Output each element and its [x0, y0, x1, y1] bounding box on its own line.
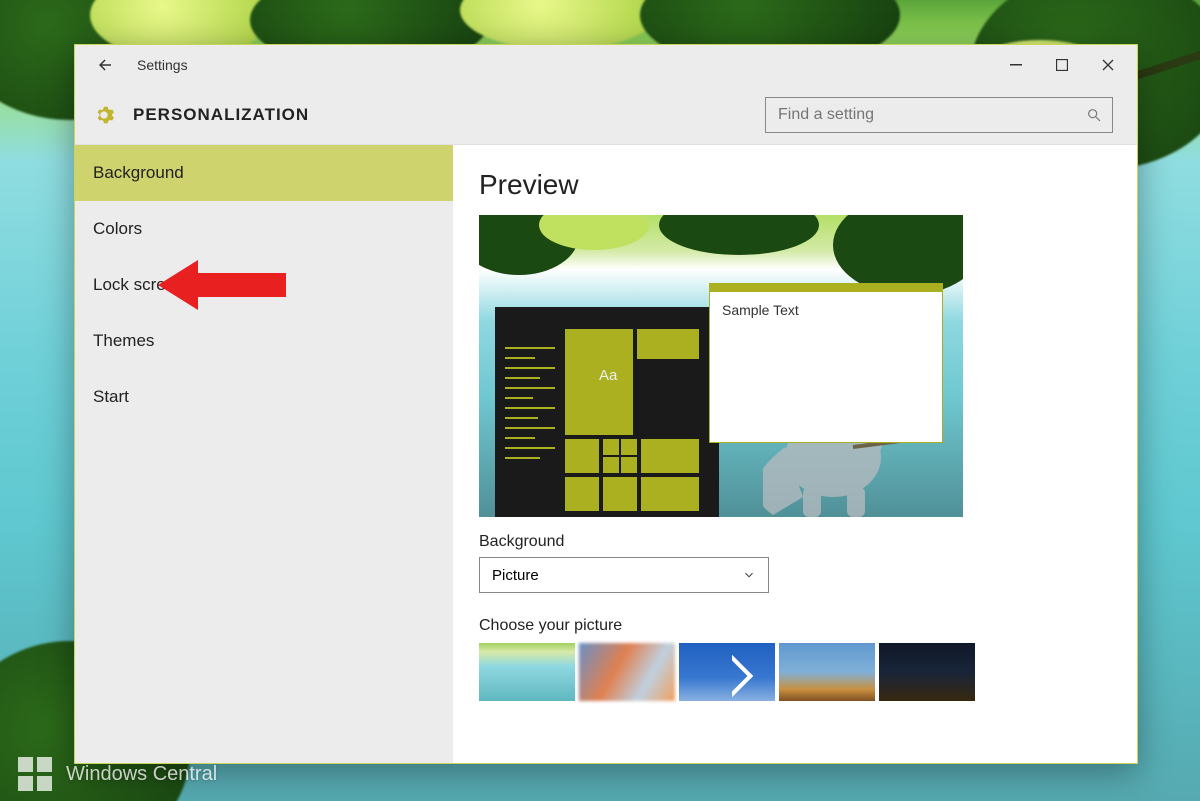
maximize-icon [1056, 59, 1068, 71]
sidebar-item-label: Start [93, 387, 129, 407]
sidebar-item-themes[interactable]: Themes [75, 313, 453, 369]
chevron-down-icon [742, 568, 756, 582]
search-icon [1086, 107, 1102, 123]
close-icon [1102, 59, 1114, 71]
page-title: PERSONALIZATION [133, 105, 309, 125]
preview-pane: Aa Sample Text [479, 215, 963, 517]
arrow-left-icon [96, 56, 114, 74]
back-button[interactable] [89, 49, 121, 81]
sidebar-item-background[interactable]: Background [75, 145, 453, 201]
picture-thumbnail[interactable] [879, 643, 975, 701]
picture-thumbnail[interactable] [779, 643, 875, 701]
picture-thumbnail[interactable] [679, 643, 775, 701]
windows-logo-icon [18, 757, 52, 791]
minimize-button[interactable] [993, 49, 1039, 81]
watermark-text: Windows Central [66, 763, 217, 786]
background-dropdown-value: Picture [492, 567, 539, 584]
sidebar-item-lock-screen[interactable]: Lock screen [75, 257, 453, 313]
preview-start-menu-list [505, 347, 555, 467]
preview-decoration [659, 215, 819, 255]
sidebar-item-label: Lock screen [93, 275, 185, 295]
window-titlebar: Settings [75, 45, 1137, 85]
sidebar: Background Colors Lock screen Themes Sta… [75, 145, 453, 763]
settings-header: PERSONALIZATION [75, 85, 1137, 145]
search-input[interactable] [776, 105, 1086, 125]
gear-icon [93, 104, 115, 126]
search-box[interactable] [765, 97, 1113, 133]
preview-heading: Preview [479, 169, 1111, 201]
maximize-button[interactable] [1039, 49, 1085, 81]
settings-window: Settings PERSONALIZATION Background Colo… [74, 44, 1138, 764]
background-dropdown[interactable]: Picture [479, 557, 769, 593]
background-label: Background [479, 533, 1111, 551]
sidebar-item-start[interactable]: Start [75, 369, 453, 425]
choose-picture-label: Choose your picture [479, 617, 1111, 635]
preview-tile-glyph: Aa [599, 367, 617, 384]
watermark: Windows Central [18, 757, 217, 791]
picture-thumbnail[interactable] [479, 643, 575, 701]
picture-thumbnail[interactable] [579, 643, 675, 701]
sidebar-item-label: Colors [93, 219, 142, 239]
content-area: Preview [453, 145, 1137, 763]
preview-sample-window-titlebar [710, 284, 942, 292]
desktop-foliage [460, 0, 660, 50]
sidebar-item-colors[interactable]: Colors [75, 201, 453, 257]
window-title: Settings [137, 57, 188, 73]
sidebar-item-label: Themes [93, 331, 154, 351]
preview-sample-text: Sample Text [710, 292, 942, 328]
picture-thumbnails [479, 643, 1111, 701]
close-button[interactable] [1085, 49, 1131, 81]
minimize-icon [1010, 59, 1022, 71]
sidebar-item-label: Background [93, 163, 184, 183]
preview-start-panel: Aa [495, 307, 719, 517]
preview-sample-window: Sample Text [709, 283, 943, 443]
